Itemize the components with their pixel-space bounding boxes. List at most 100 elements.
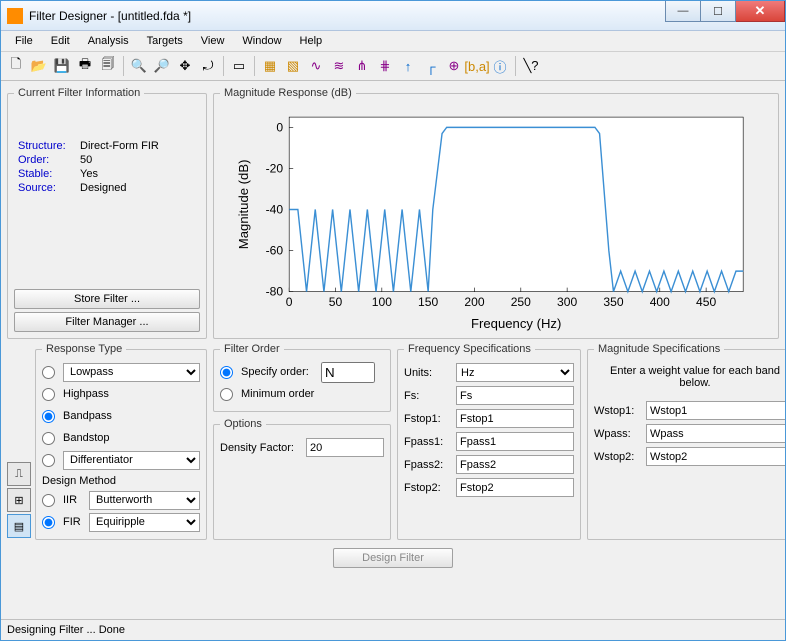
filter-order-legend: Filter Order <box>220 343 284 355</box>
bandpass-radio[interactable] <box>42 410 55 423</box>
specify-order-input[interactable] <box>321 362 375 383</box>
menu-file[interactable]: File <box>7 33 41 49</box>
differentiator-select[interactable]: Differentiator <box>63 451 200 470</box>
mode-design-icon[interactable]: ▤ <box>7 514 31 538</box>
fstop1-input[interactable] <box>456 409 574 428</box>
svg-text:Frequency (Hz): Frequency (Hz) <box>471 316 561 331</box>
save-icon[interactable]: 💾 <box>51 55 73 77</box>
svg-text:-60: -60 <box>266 244 284 258</box>
menu-window[interactable]: Window <box>234 33 289 49</box>
density-input[interactable] <box>306 438 384 457</box>
mode-polezero-icon[interactable]: ⊞ <box>7 488 31 512</box>
chart-legend: Magnitude Response (dB) <box>220 87 356 99</box>
source-value: Designed <box>80 182 126 194</box>
density-label: Density Factor: <box>220 442 302 454</box>
svg-text:0: 0 <box>276 120 283 134</box>
highpass-label: Highpass <box>63 388 200 400</box>
fir-select[interactable]: Equiripple <box>89 513 200 532</box>
groupdelay-icon[interactable]: ⋔ <box>351 55 373 77</box>
minimum-order-label: Minimum order <box>241 388 384 400</box>
zoomout-icon[interactable]: 🔎 <box>151 55 173 77</box>
filterinfo-legend: Current Filter Information <box>14 87 144 99</box>
titlebar[interactable]: Filter Designer - [untitled.fda *] — ☐ ✕ <box>1 1 785 31</box>
wpass-label: Wpass: <box>594 428 642 440</box>
zoomin-icon[interactable]: 🔍 <box>128 55 150 77</box>
menubar: File Edit Analysis Targets View Window H… <box>1 31 785 52</box>
stepresp-icon[interactable]: ┌ <box>420 55 442 77</box>
print-icon[interactable]: 🖶 <box>74 55 96 77</box>
fir-label: FIR <box>63 516 85 528</box>
toolbar: 🗋 📂 💾 🖶 🗐 🔍 🔎 ✥ ⤾ ▭ ▦ ▧ ∿ ≋ ⋔ ⋕ ↑ ┌ ⊕ [b… <box>1 52 785 81</box>
pan-icon[interactable]: ✥ <box>174 55 196 77</box>
app-window: Filter Designer - [untitled.fda *] — ☐ ✕… <box>0 0 786 641</box>
phaseresp-icon[interactable]: ∿ <box>305 55 327 77</box>
status-text: Designing Filter ... Done <box>7 624 125 636</box>
svg-text:300: 300 <box>557 295 577 309</box>
wstop2-input[interactable] <box>646 447 785 466</box>
menu-help[interactable]: Help <box>292 33 331 49</box>
stable-value: Yes <box>80 168 98 180</box>
lowpass-radio[interactable] <box>42 366 55 379</box>
highpass-radio[interactable] <box>42 388 55 401</box>
filter-manager-button[interactable]: Filter Manager ... <box>14 312 200 332</box>
iir-select[interactable]: Butterworth <box>89 491 200 510</box>
polezero-icon[interactable]: ⊕ <box>443 55 465 77</box>
response-type-legend: Response Type <box>42 343 126 355</box>
fpass1-input[interactable] <box>456 432 574 451</box>
structure-value: Direct-Form FIR <box>80 140 159 152</box>
minimum-order-radio[interactable] <box>220 388 233 401</box>
store-filter-button[interactable]: Store Filter ... <box>14 289 200 309</box>
svg-text:350: 350 <box>603 295 623 309</box>
bandstop-radio[interactable] <box>42 432 55 445</box>
mag-spec-hint: Enter a weight value for each band below… <box>594 365 785 389</box>
help-icon[interactable]: ╲? <box>520 55 542 77</box>
source-label: Source: <box>18 182 80 194</box>
fstop2-label: Fstop2: <box>404 482 452 494</box>
fpass2-label: Fpass2: <box>404 459 452 471</box>
differentiator-radio[interactable] <box>42 454 55 467</box>
fpass2-input[interactable] <box>456 455 574 474</box>
lowpass-select[interactable]: Lowpass <box>63 363 200 382</box>
fstop2-input[interactable] <box>456 478 574 497</box>
magnitude-response-chart: 0-20-40-60-80050100150200250300350400450… <box>220 105 772 332</box>
impresp-icon[interactable]: ↑ <box>397 55 419 77</box>
svg-text:100: 100 <box>372 295 392 309</box>
magnitude-response-panel: Magnitude Response (dB) 0-20-40-60-80050… <box>213 87 779 339</box>
restoreview-icon[interactable]: ⤾ <box>197 55 219 77</box>
menu-edit[interactable]: Edit <box>43 33 78 49</box>
menu-view[interactable]: View <box>193 33 233 49</box>
fs-label: Fs: <box>404 390 452 402</box>
magresp-icon[interactable]: ▧ <box>282 55 304 77</box>
client-area: Current Filter Information Structure:Dir… <box>1 81 785 619</box>
phasedelay-icon[interactable]: ⋕ <box>374 55 396 77</box>
coeffs-icon[interactable]: [b,a] <box>466 55 488 77</box>
bandstop-label: Bandstop <box>63 432 200 444</box>
menu-targets[interactable]: Targets <box>139 33 191 49</box>
printpreview-icon[interactable]: 🗐 <box>97 55 119 77</box>
fullview-icon[interactable]: ▦ <box>259 55 281 77</box>
svg-text:-20: -20 <box>266 161 284 175</box>
fir-radio[interactable] <box>42 516 55 529</box>
wstop1-input[interactable] <box>646 401 785 420</box>
maximize-button[interactable]: ☐ <box>701 1 736 22</box>
menu-analysis[interactable]: Analysis <box>80 33 137 49</box>
iir-radio[interactable] <box>42 494 55 507</box>
minimize-button[interactable]: — <box>665 1 701 22</box>
statusbar: Designing Filter ... Done <box>1 619 785 640</box>
magphase-icon[interactable]: ≋ <box>328 55 350 77</box>
specify-order-radio[interactable] <box>220 366 233 379</box>
options-legend: Options <box>220 418 266 430</box>
mode-realize-icon[interactable]: ⎍ <box>7 462 31 486</box>
response-type-panel: Response Type Lowpass Highpass Bandpass … <box>35 343 207 540</box>
info-icon[interactable]: ⓘ <box>489 55 511 77</box>
open-icon[interactable]: 📂 <box>28 55 50 77</box>
fs-input[interactable] <box>456 386 574 405</box>
units-select[interactable]: Hz <box>456 363 574 382</box>
close-button[interactable]: ✕ <box>736 1 785 22</box>
new-icon[interactable]: 🗋 <box>5 55 27 77</box>
order-value: 50 <box>80 154 92 166</box>
svg-text:0: 0 <box>286 295 293 309</box>
filterspecs-icon[interactable]: ▭ <box>228 55 250 77</box>
design-filter-button[interactable]: Design Filter <box>333 548 453 568</box>
wpass-input[interactable] <box>646 424 785 443</box>
